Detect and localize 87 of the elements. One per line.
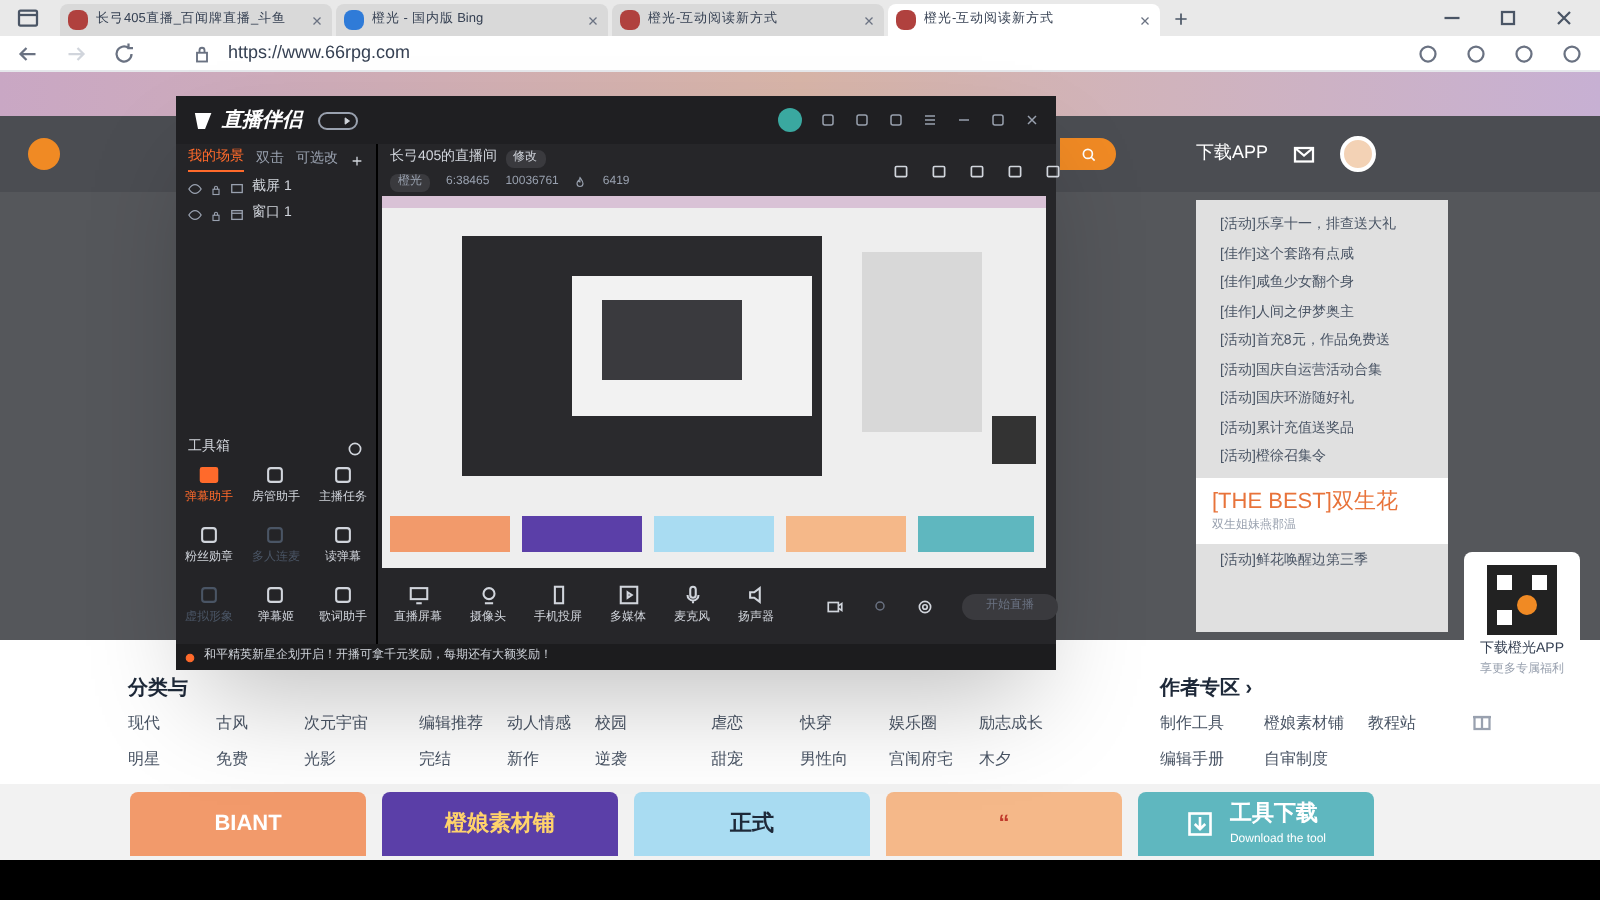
category-link[interactable]: 逆袭 xyxy=(594,748,683,772)
monitor-icon xyxy=(230,182,244,196)
tool-icon xyxy=(264,464,287,486)
back-icon[interactable] xyxy=(16,41,40,65)
category-link[interactable]: 光影 xyxy=(303,748,392,772)
lock-icon[interactable] xyxy=(210,183,222,195)
mail-icon[interactable] xyxy=(1292,142,1317,166)
category-link[interactable]: 新作 xyxy=(507,748,595,772)
window-icon xyxy=(230,208,244,222)
category-link[interactable]: 男性向 xyxy=(799,748,890,772)
section-title: 分类与 xyxy=(128,675,190,704)
app-logo: 直播伴侣 xyxy=(222,107,302,135)
favicon-icon xyxy=(344,10,364,30)
tool-icon xyxy=(198,524,221,546)
category-link[interactable]: 动人情感 xyxy=(507,712,595,736)
author-link[interactable]: 编辑手册 xyxy=(1160,748,1264,772)
flame-icon xyxy=(574,176,587,189)
favicon-icon xyxy=(896,10,916,30)
banner-title: 橙娘素材铺 xyxy=(445,809,555,840)
banner-title: 工具下载 xyxy=(1229,799,1320,831)
new-tab-icon[interactable] xyxy=(1172,9,1190,27)
tool-icon xyxy=(198,464,221,486)
close-icon[interactable] xyxy=(1024,112,1040,128)
category-link[interactable]: 完结 xyxy=(419,748,508,772)
promo-banner[interactable]: 橙娘素材铺 xyxy=(382,792,618,856)
category-link[interactable]: 快穿 xyxy=(799,712,890,736)
author-link[interactable]: 制作工具 xyxy=(1160,712,1264,736)
camera-icon xyxy=(477,584,499,606)
qr-code-icon xyxy=(1482,560,1562,640)
search-button[interactable] xyxy=(1060,138,1116,170)
tool-icon xyxy=(264,524,287,546)
menu-icon[interactable] xyxy=(922,112,938,128)
close-icon[interactable] xyxy=(310,13,324,27)
tool-icon xyxy=(331,464,354,486)
tool-icon xyxy=(264,584,287,606)
notice-icon xyxy=(184,651,196,663)
record-icon[interactable] xyxy=(826,597,844,615)
close-icon[interactable] xyxy=(1552,6,1576,30)
category-link[interactable]: 校园 xyxy=(594,712,683,736)
category-link[interactable]: 木夕 xyxy=(978,748,1068,772)
close-icon[interactable] xyxy=(1138,13,1152,27)
download-app-link[interactable]: 下载APP xyxy=(1196,140,1269,168)
replay-pill[interactable] xyxy=(318,111,358,129)
avatar[interactable] xyxy=(1340,136,1377,172)
favicon-icon xyxy=(620,10,640,30)
download-icon xyxy=(1185,810,1214,838)
promo-banner[interactable]: 正式 xyxy=(634,792,870,856)
category-link[interactable]: 甜宠 xyxy=(710,748,800,772)
author-link[interactable]: 橙娘素材铺 xyxy=(1264,712,1368,736)
category-link[interactable]: 娱乐圈 xyxy=(889,712,979,736)
banner-title: BIANT xyxy=(214,809,282,840)
screen-icon xyxy=(407,584,429,606)
media-icon xyxy=(617,584,639,606)
refresh-icon[interactable] xyxy=(112,41,136,65)
author-link[interactable]: 自审制度 xyxy=(1264,748,1368,772)
add-icon[interactable] xyxy=(350,153,364,167)
app-logo-icon xyxy=(192,109,214,131)
favicon-icon xyxy=(68,10,88,30)
mic-icon xyxy=(681,584,703,606)
lock-icon xyxy=(192,43,212,63)
category-link[interactable]: 虐恋 xyxy=(710,712,800,736)
address-field[interactable]: https://www.66rpg.com xyxy=(228,39,411,67)
author-link[interactable]: 教程站 xyxy=(1368,712,1472,736)
site-logo-icon[interactable] xyxy=(28,138,60,170)
category-link[interactable]: 现代 xyxy=(128,712,216,736)
category-link[interactable]: 编辑推荐 xyxy=(419,712,508,736)
category-link[interactable]: 宫闱府宅 xyxy=(889,748,979,772)
section-title: 作者专区 › xyxy=(1160,675,1255,704)
category-link[interactable]: 明星 xyxy=(128,748,216,772)
avatar[interactable] xyxy=(778,108,802,132)
search-icon xyxy=(1079,145,1097,163)
tool-icon xyxy=(331,524,354,546)
maximize-icon[interactable] xyxy=(1496,6,1520,30)
lock-icon[interactable] xyxy=(210,209,222,221)
category-link[interactable]: 古风 xyxy=(215,712,304,736)
tool-icon xyxy=(331,584,354,606)
category-link[interactable]: 次元宇宙 xyxy=(303,712,392,736)
close-icon[interactable] xyxy=(862,13,876,27)
tool-icon xyxy=(198,584,221,606)
tab-overview-icon[interactable] xyxy=(16,6,40,30)
category-link[interactable]: 免费 xyxy=(215,748,304,772)
close-icon[interactable] xyxy=(586,13,600,27)
maximize-icon[interactable] xyxy=(990,112,1006,128)
banner-title: “ xyxy=(998,809,1010,840)
banner-title: 正式 xyxy=(730,809,774,840)
category-link[interactable]: 励志成长 xyxy=(978,712,1068,736)
speaker-icon xyxy=(745,584,767,606)
